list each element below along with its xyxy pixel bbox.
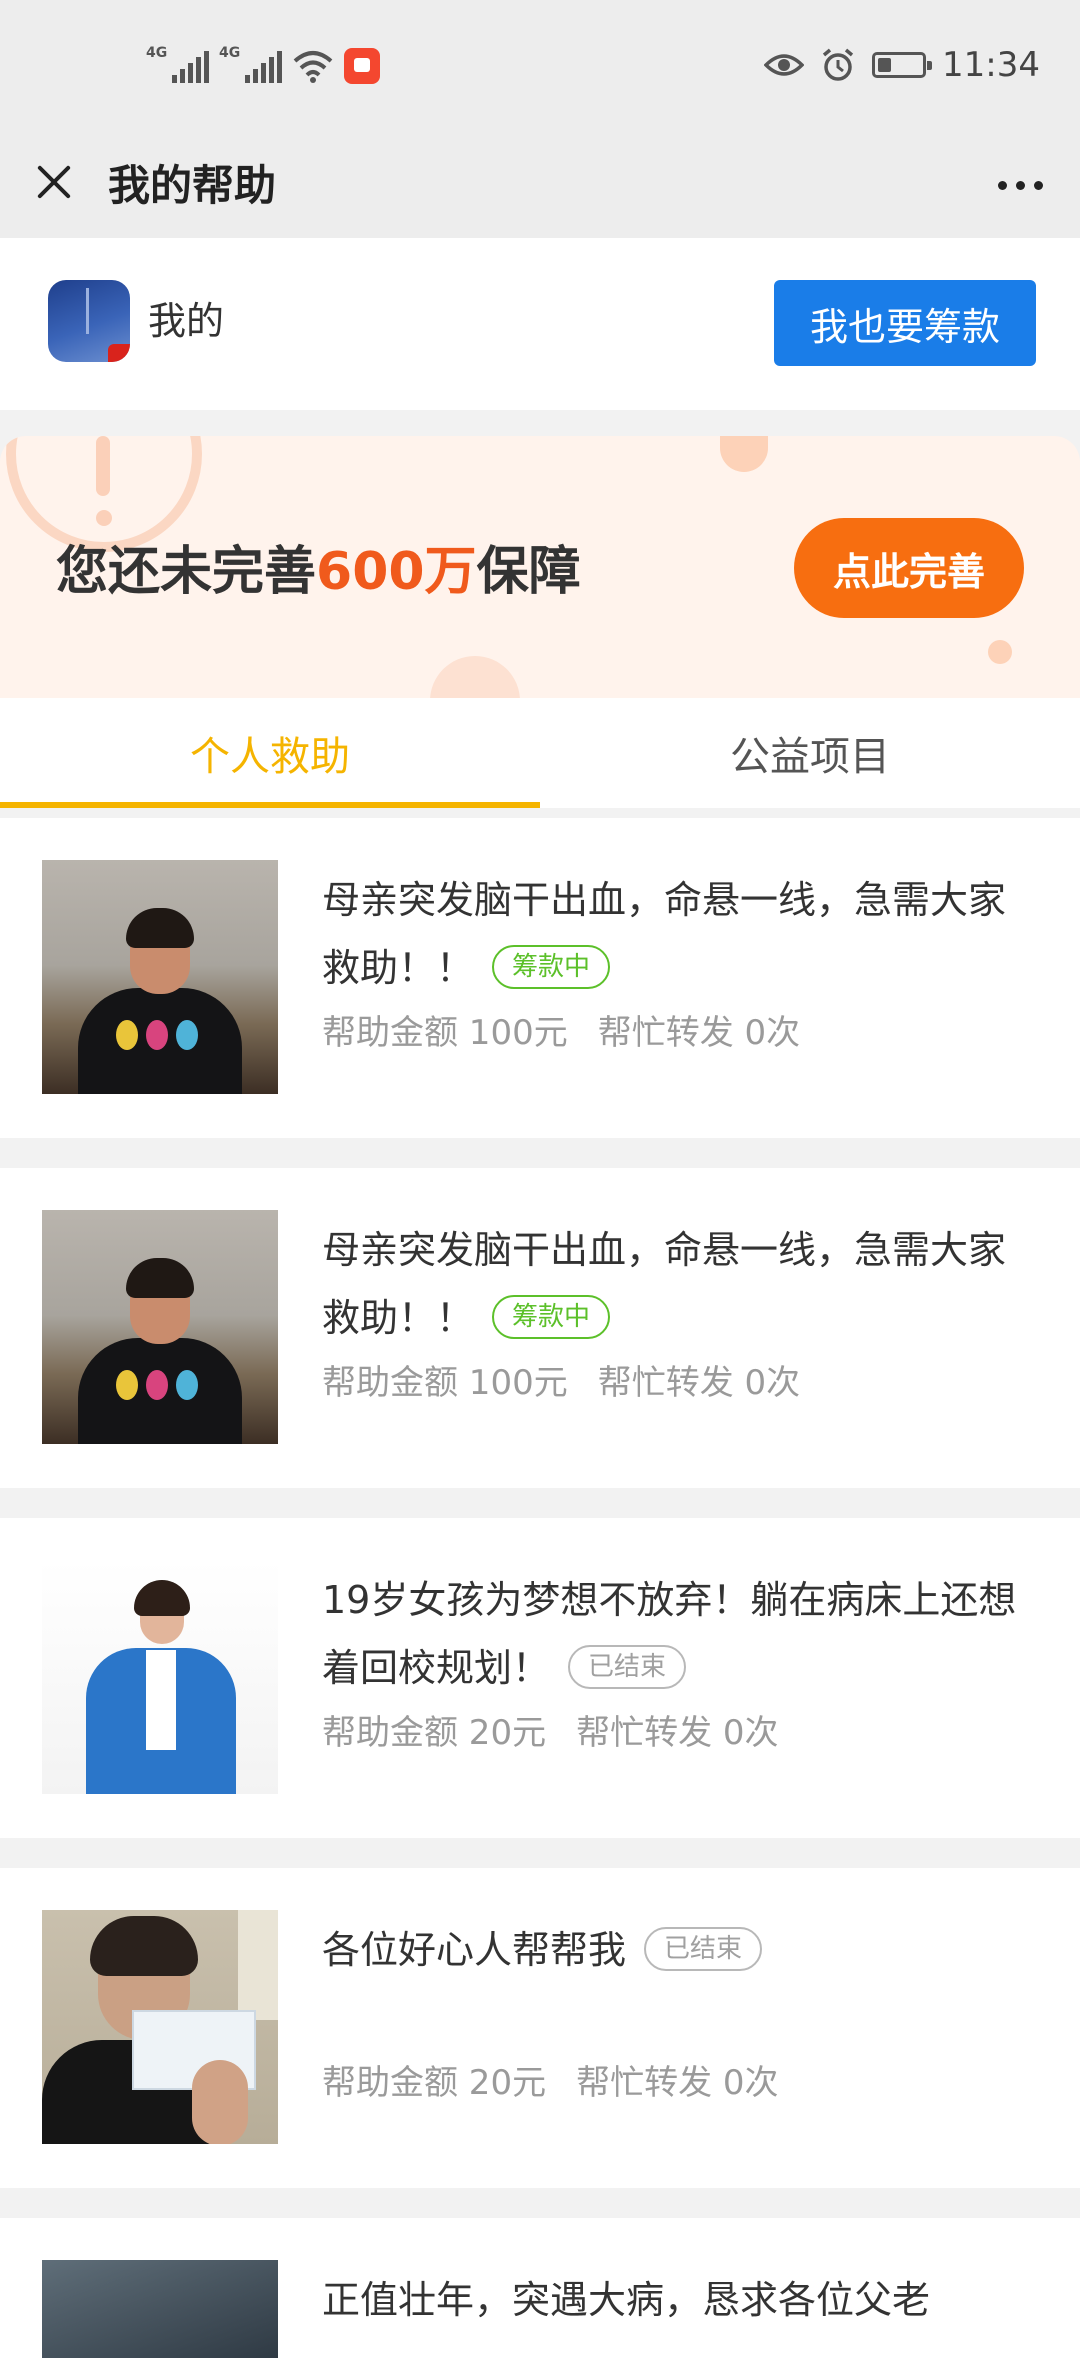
close-icon[interactable]	[30, 156, 80, 206]
case-title-text: 各位好心人帮帮我	[322, 1928, 627, 1972]
case-thumbnail	[42, 2260, 278, 2358]
status-badge: 已结束	[568, 1644, 687, 1689]
alarm-icon	[822, 48, 854, 81]
banner-decoration-bubble	[988, 640, 1012, 664]
battery-icon	[872, 52, 933, 78]
case-title-text: 母亲突发脑干出血，命悬一线，急需大家救助！！	[322, 1228, 1007, 1340]
help-amount: 帮助金额 100元	[322, 1363, 568, 1403]
help-amount: 帮助金额 20元	[322, 2063, 547, 2103]
status-badge: 已结束	[644, 1926, 763, 1971]
complete-coverage-button[interactable]: 点此完善	[794, 518, 1024, 618]
status-badge: 筹款中	[492, 1294, 611, 1339]
case-thumbnail	[42, 1210, 278, 1444]
more-options-icon[interactable]	[990, 170, 1050, 200]
share-count: 帮忙转发 0次	[597, 1013, 801, 1053]
case-thumbnail	[42, 1910, 278, 2144]
battery-level	[878, 58, 891, 72]
list-item[interactable]: 母亲突发脑干出血，命悬一线，急需大家救助！！ 筹款中 帮助金额 100元 帮忙转发 …	[0, 818, 1080, 1138]
banner-text-after: 保障	[476, 542, 581, 602]
list-item[interactable]: 各位好心人帮帮我 已结束 帮助金额 20元 帮忙转发 0次	[0, 1868, 1080, 2188]
case-thumbnail	[42, 1560, 278, 1794]
app-notification-icon	[344, 48, 380, 84]
banner-decoration-bubble	[720, 436, 768, 472]
status-badge: 筹款中	[492, 944, 611, 989]
share-count: 帮忙转发 0次	[576, 2063, 779, 2103]
start-fundraising-button[interactable]: 我也要筹款	[774, 280, 1036, 366]
case-title: 正值壮年，突遇大病，恳求各位父老	[322, 2266, 1022, 2334]
tab-personal-aid[interactable]: 个人救助	[0, 698, 540, 808]
help-amount: 帮助金额 20元	[322, 1713, 547, 1753]
case-thumbnail	[42, 860, 278, 1094]
case-stats: 帮助金额 100元 帮忙转发 0次	[322, 1008, 800, 1058]
case-stats: 帮助金额 100元 帮忙转发 0次	[322, 1358, 800, 1408]
user-name: 我的	[148, 299, 225, 343]
case-stats: 帮助金额 20元 帮忙转发 0次	[322, 1708, 779, 1758]
case-title-text: 母亲突发脑干出血，命悬一线，急需大家救助！！	[322, 878, 1007, 990]
banner-message: 您还未完善600万保障	[56, 532, 581, 612]
clock-time: 11:34	[942, 45, 1040, 85]
network-type-2: 4G	[219, 45, 241, 61]
help-amount: 帮助金额 100元	[322, 1013, 568, 1053]
case-title: 19岁女孩为梦想不放弃！躺在病床上还想着回校规划！ 已结束	[322, 1566, 1022, 1702]
banner-text-before: 您还未完善	[56, 542, 317, 602]
status-icons-right: 11:34	[764, 40, 1040, 90]
list-item[interactable]: 19岁女孩为梦想不放弃！躺在病床上还想着回校规划！ 已结束 帮助金额 20元 帮忙转…	[0, 1518, 1080, 1838]
case-title: 母亲突发脑干出血，命悬一线，急需大家救助！！ 筹款中	[322, 1216, 1022, 1352]
tab-charity-projects[interactable]: 公益项目	[540, 698, 1080, 808]
case-title: 各位好心人帮帮我 已结束	[322, 1916, 1022, 1984]
tab-bar: 个人救助 公益项目	[0, 698, 1080, 808]
insurance-banner[interactable]: 您还未完善600万保障 点此完善	[0, 436, 1080, 698]
status-bar: 4G 4G 11:34	[0, 0, 1080, 134]
signal-icon: 4G	[146, 45, 209, 83]
case-title: 母亲突发脑干出血，命悬一线，急需大家救助！！ 筹款中	[322, 866, 1022, 1002]
signal-icon-2: 4G	[219, 45, 282, 83]
share-count: 帮忙转发 0次	[576, 1713, 779, 1753]
exclamation-dot	[96, 510, 112, 526]
eye-icon	[764, 54, 805, 76]
list-item[interactable]: 母亲突发脑干出血，命悬一线，急需大家救助！！ 筹款中 帮助金额 100元 帮忙转发 …	[0, 1168, 1080, 1488]
user-row: 我的 我也要筹款	[0, 238, 1080, 410]
wifi-icon	[293, 51, 333, 83]
case-title-text: 正值壮年，突遇大病，恳求各位父老	[322, 2278, 931, 2322]
status-icons-left: 4G 4G	[146, 44, 380, 88]
banner-decoration-bubble	[430, 656, 520, 698]
exclamation-icon	[96, 436, 110, 496]
case-stats: 帮助金额 20元 帮忙转发 0次	[322, 2058, 779, 2108]
page-title: 我的帮助	[108, 161, 277, 210]
banner-amount: 600万	[316, 542, 477, 602]
avatar[interactable]	[48, 280, 130, 362]
list-item[interactable]: 正值壮年，突遇大病，恳求各位父老	[0, 2218, 1080, 2358]
share-count: 帮忙转发 0次	[597, 1363, 801, 1403]
title-bar: 我的帮助	[0, 134, 1080, 238]
network-type: 4G	[146, 45, 168, 61]
